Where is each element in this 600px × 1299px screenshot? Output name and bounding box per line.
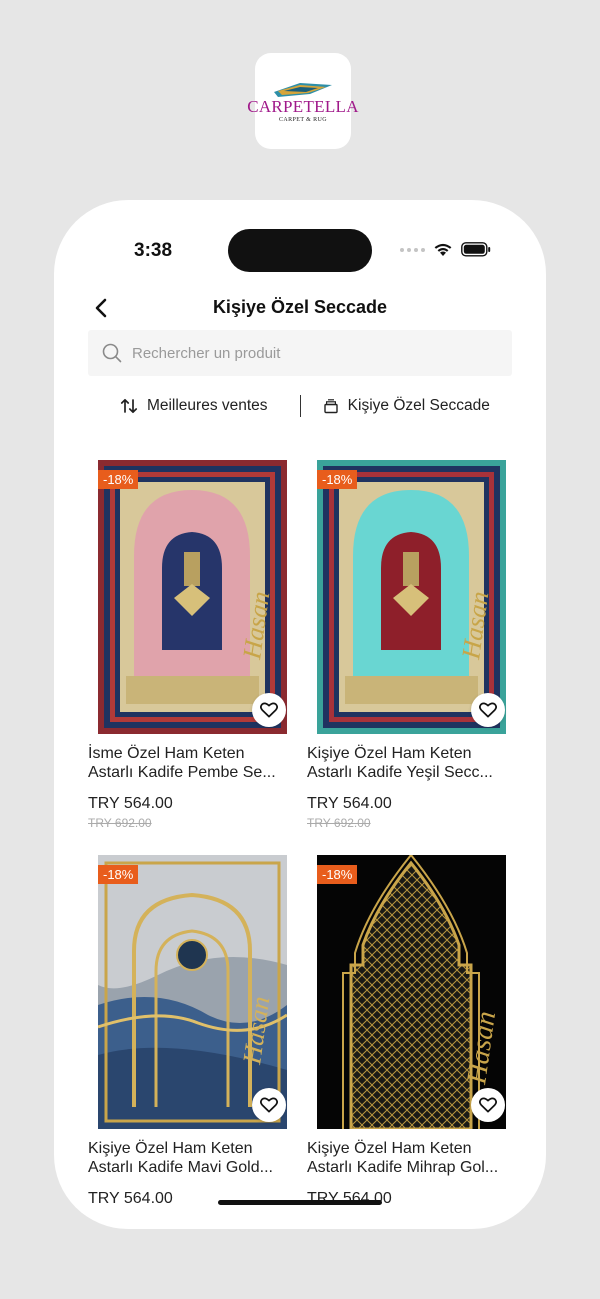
heart-icon: [260, 1097, 278, 1113]
product-old-price: TRY 692.00: [307, 816, 371, 830]
product-image[interactable]: Hasan: [317, 460, 506, 734]
product-name[interactable]: Kişiye Özel Ham Keten Astarlı Kadife Mav…: [88, 1139, 288, 1177]
category-button[interactable]: Kişiye Özel Seccade: [301, 397, 513, 415]
product-name[interactable]: Kişiye Özel Ham Keten Astarlı Kadife Yeş…: [307, 744, 507, 782]
discount-badge: -18%: [98, 470, 139, 489]
product-image[interactable]: Hasan: [98, 855, 287, 1129]
discount-badge: -18%: [98, 865, 139, 884]
category-label: Kişiye Özel Seccade: [347, 397, 490, 414]
heart-icon: [260, 702, 278, 718]
product-image[interactable]: Hasan: [98, 460, 287, 734]
logo-name: CARPETELLA: [247, 96, 359, 116]
sort-label: Meilleures ventes: [146, 397, 268, 414]
prayer-rug-green-image: Hasan: [317, 460, 506, 734]
product-price: TRY 564.00: [307, 1190, 392, 1207]
product-name[interactable]: Kişiye Özel Ham Keten Astarlı Kadife Mih…: [307, 1139, 507, 1177]
logo-subtitle: CARPET & RUG: [278, 116, 328, 123]
category-icon: [323, 399, 338, 414]
heart-icon: [479, 702, 497, 718]
product-name[interactable]: İsme Özel Ham Keten Astarlı Kadife Pembe…: [88, 744, 288, 782]
favorite-button[interactable]: [252, 1088, 286, 1122]
phone-frame: 3:38 Kişiye Özel Seccade Me: [54, 200, 546, 1229]
discount-badge: -18%: [317, 470, 358, 489]
search-bar[interactable]: [88, 330, 512, 376]
discount-badge: -18%: [317, 865, 358, 884]
sort-icon: [120, 398, 137, 414]
product-price: TRY 564.00: [88, 1190, 173, 1207]
prayer-rug-pink-image: Hasan: [98, 460, 287, 734]
filter-bar: Meilleures ventes Kişiye Özel Seccade: [88, 390, 512, 422]
back-button[interactable]: [90, 296, 114, 320]
battery-icon: [461, 242, 491, 257]
page-title: Kişiye Özel Seccade: [212, 297, 388, 317]
product-old-price: TRY 692.00: [88, 816, 152, 830]
sort-button[interactable]: Meilleures ventes: [88, 397, 300, 415]
product-price: TRY 564.00: [307, 795, 392, 812]
heart-icon: [479, 1097, 497, 1113]
search-input[interactable]: [132, 344, 512, 362]
wifi-icon: [434, 243, 452, 256]
favorite-button[interactable]: [252, 693, 286, 727]
status-icons: [400, 242, 491, 257]
favorite-button[interactable]: [471, 1088, 505, 1122]
signal-icon: [400, 247, 425, 252]
status-time: 3:38: [134, 240, 173, 261]
prayer-rug-mihrap-gold-image: Hasan: [317, 855, 506, 1129]
app-logo: CARPETELLA CARPET & RUG: [247, 53, 359, 149]
home-indicator[interactable]: [218, 1200, 382, 1205]
prayer-rug-blue-gold-image: Hasan: [98, 855, 287, 1129]
product-image[interactable]: Hasan: [317, 855, 506, 1129]
favorite-button[interactable]: [471, 693, 505, 727]
search-icon: [102, 343, 122, 363]
product-price: TRY 564.00: [88, 795, 173, 812]
dynamic-island: [228, 229, 372, 272]
